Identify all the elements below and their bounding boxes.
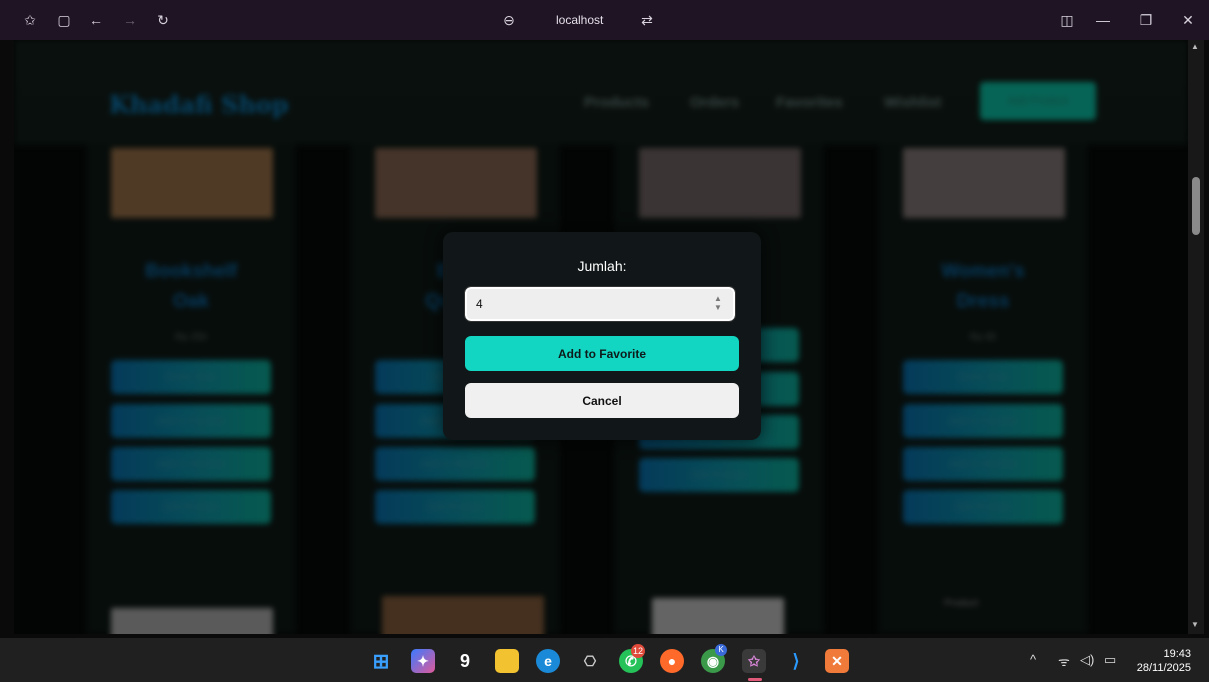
- firefox-icon[interactable]: ●: [660, 649, 684, 673]
- favorites-icon[interactable]: ✩: [20, 10, 40, 30]
- system-clock[interactable]: 19:43 28/11/2025: [1137, 647, 1191, 675]
- quantity-dialog: Jumlah: 4 ▲ ▼ Add to Favorite Cancel: [443, 232, 761, 440]
- reader-icon[interactable]: ⇄: [637, 10, 657, 30]
- edge-icon[interactable]: e: [536, 649, 560, 673]
- minimize-icon[interactable]: —: [1093, 10, 1113, 30]
- vscode-icon[interactable]: ⟩: [784, 649, 808, 673]
- site-info-icon[interactable]: ⊖: [499, 10, 519, 30]
- search-9-icon[interactable]: 9: [453, 649, 477, 673]
- sidebar-icon[interactable]: ▢: [54, 10, 74, 30]
- show-hidden-icons-icon[interactable]: ^: [1030, 652, 1036, 667]
- clock-date: 28/11/2025: [1136, 662, 1191, 674]
- copilot-icon[interactable]: ✦: [411, 649, 435, 673]
- quantity-label: Jumlah:: [577, 258, 627, 274]
- back-icon[interactable]: ←: [86, 10, 106, 30]
- browser-active-icon[interactable]: ✩: [742, 649, 766, 673]
- split-view-icon[interactable]: ◫: [1057, 10, 1077, 30]
- number-spinner-icon[interactable]: ▲ ▼: [713, 294, 723, 314]
- restore-icon[interactable]: ❐: [1136, 10, 1156, 30]
- chatgpt-icon[interactable]: ⎔: [578, 649, 602, 673]
- file-explorer-icon[interactable]: [495, 649, 519, 673]
- page-scrollbar[interactable]: ▲ ▼: [1188, 40, 1204, 634]
- windows-taskbar: ⊞ ✦ 9 e ⎔ ✆ 12 ● ◉ K ✩ ⟩ ✕ ^ ᯤ ◁) ▭ 19:4…: [0, 638, 1209, 682]
- chrome-profile-badge: K: [715, 644, 727, 656]
- close-icon[interactable]: ✕: [1178, 10, 1198, 30]
- whatsapp-badge: 12: [631, 644, 645, 658]
- battery-icon[interactable]: ▭: [1104, 652, 1116, 668]
- scroll-down-icon[interactable]: ▼: [1191, 620, 1199, 629]
- wifi-icon[interactable]: ᯤ: [1058, 652, 1070, 670]
- quantity-value: 4: [476, 297, 483, 311]
- refresh-icon[interactable]: ↻: [153, 10, 173, 30]
- cancel-button[interactable]: Cancel: [465, 383, 739, 418]
- clock-time: 19:43: [1163, 648, 1191, 660]
- scrollbar-thumb[interactable]: [1192, 177, 1200, 235]
- browser-titlebar: ✩ ▢ ← → ↻ ⊖ localhost ⇄ ◫ — ❐ ✕: [0, 0, 1209, 40]
- active-app-indicator: [748, 678, 762, 681]
- xampp-icon[interactable]: ✕: [825, 649, 849, 673]
- address-bar[interactable]: localhost: [556, 13, 603, 27]
- windows-start-icon[interactable]: ⊞: [369, 649, 393, 673]
- quantity-input[interactable]: 4 ▲ ▼: [464, 286, 736, 322]
- forward-icon: →: [123, 12, 137, 28]
- add-to-favorite-button[interactable]: Add to Favorite: [465, 336, 739, 371]
- scroll-up-icon[interactable]: ▲: [1191, 42, 1199, 51]
- volume-icon[interactable]: ◁): [1080, 652, 1094, 668]
